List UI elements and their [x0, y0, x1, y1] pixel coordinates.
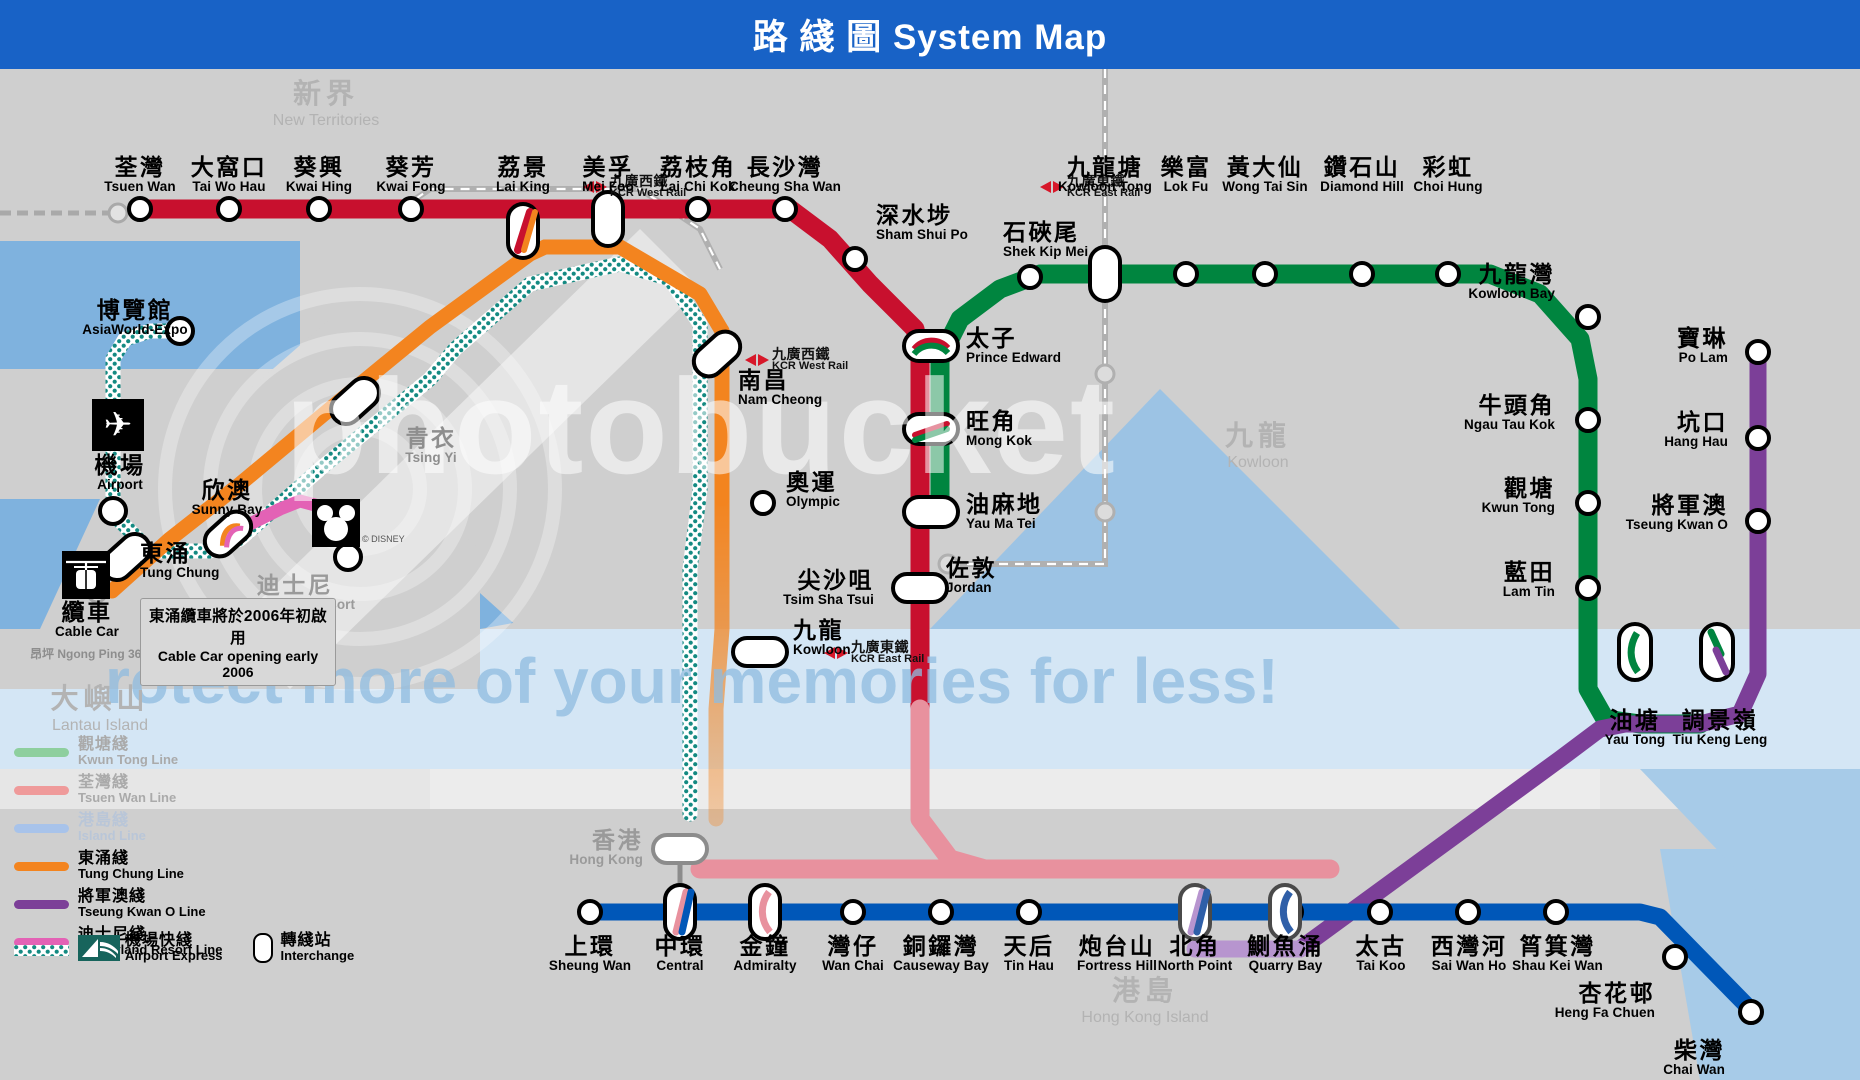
- legend-item-island-line[interactable]: 港島綫 Island Line: [14, 809, 374, 847]
- legend-swatch-tseung-kwan-o: [14, 899, 69, 909]
- airport-icon: ✈: [92, 399, 144, 451]
- mickey-glyph: [317, 505, 355, 541]
- map-canvas: photobucket rotect more of your memories…: [0, 69, 1860, 1080]
- airport-express-pattern: [14, 944, 69, 956]
- legend: 觀塘綫 Kwun Tong Line 荃灣綫 Tsuen Wan Line 港島…: [14, 733, 374, 961]
- airport-express-logo-icon: [78, 935, 120, 962]
- legend-swatch-tung-chung: [14, 861, 69, 871]
- cable-car-notice: 東涌纜車將於2006年初啟用 Cable Car opening early 2…: [140, 598, 336, 686]
- system-map-page: 路 綫 圖 System Map photobucket rotect more…: [0, 0, 1860, 1080]
- legend-item-kwun-tong-line[interactable]: 觀塘綫 Kwun Tong Line: [14, 733, 374, 771]
- legend-label-airport-express: 機場快綫 Airport Express: [125, 932, 223, 963]
- title-bar: 路 綫 圖 System Map: [0, 0, 1860, 69]
- page-title: 路 綫 圖 System Map: [752, 18, 1108, 57]
- ae-swoosh-glyph: [78, 935, 120, 962]
- legend-swatch-kwun-tong: [14, 747, 69, 757]
- legend-interchange-icon: [252, 933, 273, 964]
- legend-swatch-tsuen-wan: [14, 785, 69, 795]
- legend-label-interchange: 轉綫站 Interchange: [280, 932, 355, 963]
- legend-item-tsuen-wan-line[interactable]: 荃灣綫 Tsuen Wan Line: [14, 771, 374, 809]
- disney-copyright: © DISNEY: [362, 534, 405, 544]
- cable-car-glyph: [66, 560, 106, 589]
- legend-swatch-airport-express: [14, 943, 69, 956]
- cable-car-icon: [62, 551, 110, 599]
- legend-item-tseung-kwan-o-line[interactable]: 將軍澳綫 Tseung Kwan O Line: [14, 885, 374, 923]
- legend-secondary: 機場快綫 Airport Express 轉綫站 Interchange: [14, 932, 434, 964]
- legend-swatch-island: [14, 823, 69, 833]
- disney-icon: [312, 499, 360, 547]
- legend-item-tung-chung-line[interactable]: 東涌綫 Tung Chung Line: [14, 847, 374, 885]
